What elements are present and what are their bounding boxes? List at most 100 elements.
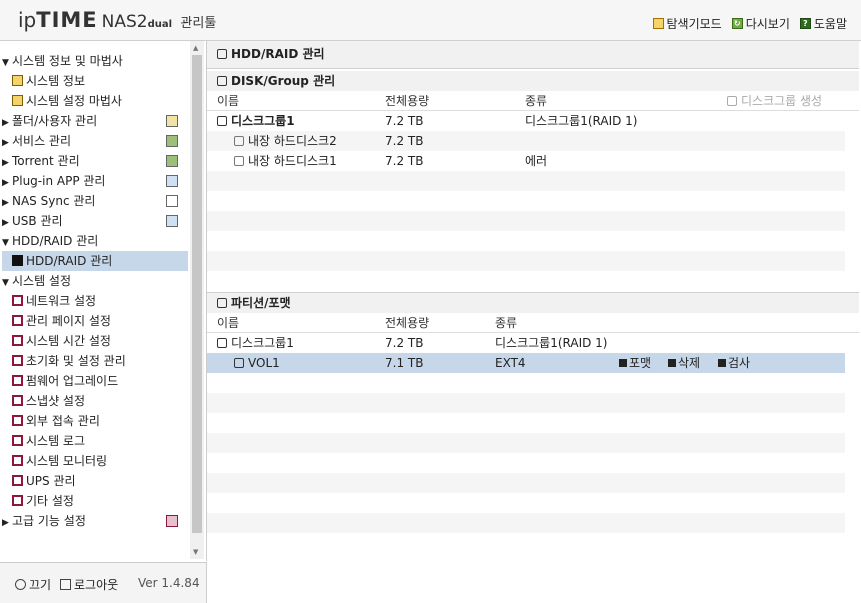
settings-icon [12,375,23,386]
disk-group-icon [217,337,227,348]
disk-name: 내장 하드디스크1 [248,154,337,168]
col-capacity: 전체용량 [385,94,430,108]
hard-disk-icon [234,155,244,166]
empty-row [207,413,845,433]
sidebar-scrollbar[interactable]: ▲ ▼ [190,41,204,559]
partition-type: 디스크그룹1(RAID 1) [495,336,608,350]
disk-type: 디스크그룹1(RAID 1) [525,114,638,128]
disk-row[interactable]: 디스크그룹1 7.2 TB 디스크그룹1(RAID 1) [207,111,845,131]
sidebar-item-remote-access[interactable]: 외부 접속 관리 [2,411,198,431]
sidebar-item-ups[interactable]: UPS 관리 [2,471,198,491]
disk-row[interactable]: 내장 하드디스크2 7.2 TB [207,131,845,151]
sidebar-item-admin-page[interactable]: 관리 페이지 설정 [2,311,198,331]
collapsed-arrow-icon: ▶ [2,138,9,148]
disk-group-section-title: DISK/Group 관리 [207,71,859,91]
version-text: Ver 1.4.84 [138,576,200,590]
chart-icon [12,75,23,86]
sidebar-item-system-settings[interactable]: ▼ 시스템 설정 [2,271,188,291]
power-off-button[interactable]: 끄기 [15,576,51,593]
sidebar-item-system-time[interactable]: 시스템 시간 설정 [2,331,198,351]
disk-group-add-icon [727,95,737,106]
sidebar-item-reset-config[interactable]: 초기화 및 설정 관리 [2,351,198,371]
col-type: 종류 [495,316,518,330]
sync-icon [166,195,178,207]
scroll-up-icon[interactable]: ▲ [193,44,198,52]
logo-nas: NAS2 [101,12,148,32]
sidebar-item-system-monitoring[interactable]: 시스템 모니터링 [2,451,198,471]
partition-row[interactable]: 디스크그룹1 7.2 TB 디스크그룹1(RAID 1) [207,333,845,353]
explorer-mode-button[interactable]: 탐색기모드 [652,15,722,32]
partition-type: EXT4 [495,356,526,370]
col-name: 이름 [217,316,240,330]
sidebar-item-label: 관리 페이지 설정 [26,314,111,328]
sidebar-item-label: 스냅샷 설정 [26,394,86,408]
sidebar-item-advanced[interactable]: ▶ 고급 기능 설정 [2,511,188,531]
sidebar-item-label: 네트워크 설정 [26,294,97,308]
sidebar-item-hdd-raid-group[interactable]: ▼ HDD/RAID 관리 [2,231,188,251]
sidebar-item-misc-settings[interactable]: 기타 설정 [2,491,198,511]
settings-icon [12,495,23,506]
scrollbar-thumb[interactable] [192,55,202,533]
settings-icon [12,415,23,426]
disk-name: 디스크그룹1 [231,114,295,128]
sidebar-item-folder-user[interactable]: ▶ 폴더/사용자 관리 [2,111,188,131]
sidebar-item-system-log[interactable]: 시스템 로그 [2,431,198,451]
sidebar-item-label: 시스템 설정 [12,274,72,288]
refresh-button[interactable]: ↻ 다시보기 [731,15,790,32]
settings-icon [12,355,23,366]
help-button[interactable]: ? 도움말 [799,15,847,32]
sidebar-item-label: 시스템 정보 및 마법사 [12,54,123,68]
plugin-icon [166,175,178,187]
disk-row[interactable]: 내장 하드디스크1 7.2 TB 에러 [207,151,845,171]
disk-size: 7.2 TB [385,114,424,128]
sidebar-item-network[interactable]: 네트워크 설정 [2,291,198,311]
format-button[interactable]: 포맷 [619,353,651,373]
logout-button[interactable]: 로그아웃 [60,576,118,593]
format-label: 포맷 [629,356,652,370]
sidebar-item-service[interactable]: ▶ 서비스 관리 [2,131,188,151]
sidebar-item-firmware[interactable]: 펌웨어 업그레이드 [2,371,198,391]
sidebar-item-label: HDD/RAID 관리 [26,254,113,268]
sidebar-item-hdd-raid[interactable]: HDD/RAID 관리 [2,251,188,271]
logout-icon [60,579,71,590]
partition-row-selected[interactable]: VOL1 7.1 TB EXT4 포맷 삭제 검사 [207,353,845,373]
sidebar-item-system-info[interactable]: 시스템 정보 [2,71,198,91]
settings-icon [12,315,23,326]
sidebar-item-label: 외부 접속 관리 [26,414,100,428]
top-nav: 탐색기모드 ↻ 다시보기 ? 도움말 [652,15,847,32]
sidebar-item-usb[interactable]: ▶ USB 관리 [2,211,188,231]
col-capacity: 전체용량 [385,316,430,330]
hard-disk-icon [234,135,244,146]
folder-user-icon [166,115,178,127]
sidebar-item-label: UPS 관리 [26,474,76,488]
header-bar: ipTIME NAS2dual 관리툴 탐색기모드 ↻ 다시보기 ? 도움말 [0,0,861,41]
hdd-icon [217,48,227,59]
check-button[interactable]: 검사 [718,353,750,373]
sidebar-item-plugin-app[interactable]: ▶ Plug-in APP 관리 [2,171,188,191]
sidebar-item-label: Plug-in APP 관리 [12,174,106,188]
sidebar-item-system-info-wizard[interactable]: ▼ 시스템 정보 및 마법사 [2,51,188,71]
settings-icon [12,395,23,406]
empty-row [207,473,845,493]
col-type: 종류 [525,94,548,108]
logo-ip: ip [18,8,37,32]
empty-row [207,393,845,413]
sidebar-item-setup-wizard[interactable]: 시스템 설정 마법사 [2,91,198,111]
create-disk-group-button[interactable]: 디스크그룹 생성 [727,92,822,110]
collapsed-arrow-icon: ▶ [2,178,9,188]
app-logo: ipTIME NAS2dual 관리툴 [18,8,216,32]
empty-row [207,373,845,393]
folder-icon [652,18,664,29]
settings-icon [12,295,23,306]
empty-row [207,271,845,291]
sidebar-item-torrent[interactable]: ▶ Torrent 관리 [2,151,188,171]
sidebar-item-snapshot[interactable]: 스냅샷 설정 [2,391,198,411]
sidebar: ▼ 시스템 정보 및 마법사 시스템 정보 시스템 설정 마법사 ▶ 폴더/사용자 … [0,41,207,561]
refresh-label: 다시보기 [745,17,790,31]
scroll-down-icon[interactable]: ▼ [193,548,198,556]
delete-button[interactable]: 삭제 [668,353,700,373]
empty-row [207,211,845,231]
sidebar-item-label: 시스템 로그 [26,434,86,448]
service-icon [166,135,178,147]
sidebar-item-nas-sync[interactable]: ▶ NAS Sync 관리 [2,191,188,211]
